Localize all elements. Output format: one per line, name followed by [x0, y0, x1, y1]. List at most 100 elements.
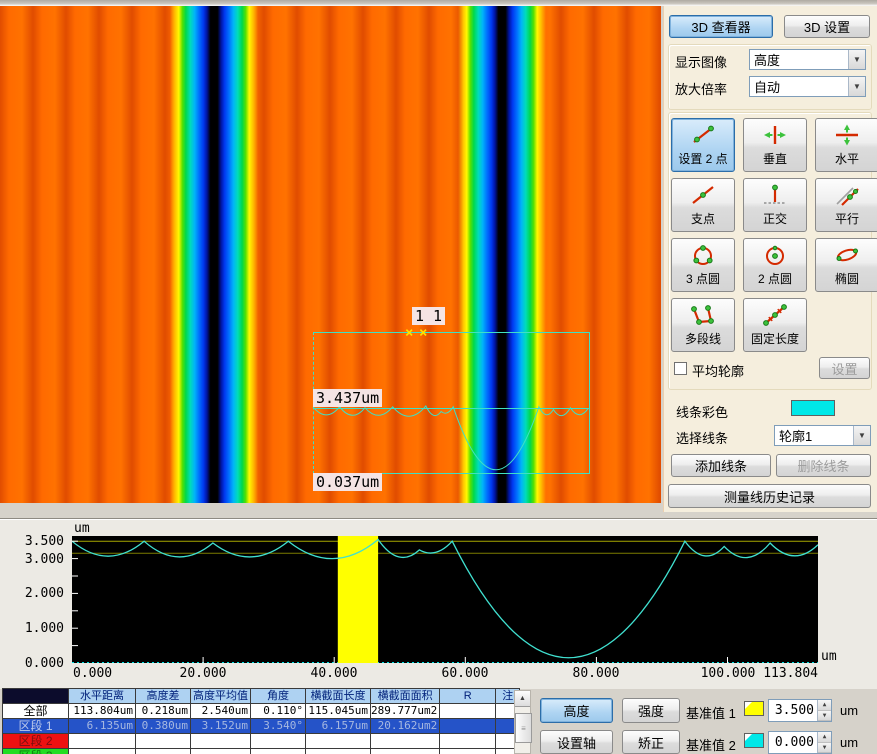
row-label[interactable]: 全部: [3, 704, 69, 719]
profile-plot[interactable]: [72, 536, 818, 663]
table-cell[interactable]: [440, 749, 496, 754]
table-cell[interactable]: 6.157um: [306, 719, 371, 734]
y-tick-label: 1.000: [20, 621, 64, 636]
height-map-view[interactable]: × × 1 1 3.437um 0.037um: [0, 6, 661, 503]
table-row[interactable]: 全部113.804um0.218um2.540um0.110°115.045um…: [3, 704, 520, 719]
measure-marker-label: 1 1: [412, 307, 445, 325]
select-line-select[interactable]: 轮廓1 ▼: [774, 425, 871, 446]
tool-button-parallel[interactable]: 平行: [815, 178, 877, 232]
measure-point-marker-icon[interactable]: ×: [419, 326, 427, 340]
table-cell[interactable]: 289.777um2: [371, 704, 440, 719]
measure-upper-level-line[interactable]: [313, 408, 589, 409]
height-mode-button[interactable]: 高度: [540, 698, 613, 723]
tool-button-ellipse[interactable]: 椭圆: [815, 238, 877, 292]
table-cell[interactable]: 2.540um: [191, 704, 251, 719]
table-cell[interactable]: 3.540°: [251, 719, 306, 734]
measure-history-button[interactable]: 测量线历史记录: [668, 484, 871, 508]
table-cell[interactable]: [371, 734, 440, 749]
x-tick-label: 0.000: [73, 666, 131, 681]
line-color-label: 线条彩色: [676, 402, 728, 421]
table-cell[interactable]: 20.162um2: [371, 719, 440, 734]
table-row[interactable]: 区段 2: [3, 734, 520, 749]
datum1-spinbox[interactable]: 3.500 ▲ ▼: [768, 699, 832, 722]
pivot-icon: [687, 183, 719, 210]
spinner-up-icon[interactable]: ▲: [818, 732, 831, 743]
tool-button-horizontal[interactable]: 水平: [815, 118, 877, 172]
datum2-spinbox[interactable]: 0.000 ▲ ▼: [768, 731, 832, 754]
y-tick-label: 3.500: [20, 534, 64, 549]
correction-button[interactable]: 矫正: [622, 730, 680, 754]
tab-3d-viewer[interactable]: 3D 查看器: [669, 15, 773, 38]
tool-button-pivot[interactable]: 支点: [671, 178, 735, 232]
tool-label: 正交: [763, 212, 787, 226]
x-tick-label: 80.000: [567, 666, 625, 681]
average-profile-settings-button[interactable]: 设置: [819, 357, 870, 379]
tool-button-two-point-line[interactable]: 设置 2 点: [671, 118, 735, 172]
chevron-down-icon[interactable]: ▼: [853, 426, 870, 445]
table-cell[interactable]: [251, 749, 306, 754]
table-cell[interactable]: [440, 704, 496, 719]
table-cell[interactable]: [371, 749, 440, 754]
intensity-mode-button[interactable]: 强度: [622, 698, 680, 723]
profile-curve: [72, 540, 818, 658]
magnification-select[interactable]: 自动 ▼: [749, 76, 866, 97]
table-cell[interactable]: [251, 734, 306, 749]
spinner-down-icon[interactable]: ▼: [818, 711, 831, 722]
tool-button-vertical[interactable]: 垂直: [743, 118, 807, 172]
table-header: 角度: [251, 689, 306, 704]
datum1-value: 3.500: [769, 703, 817, 718]
chevron-down-icon[interactable]: ▼: [848, 77, 865, 96]
measure-point-marker-icon[interactable]: ×: [405, 326, 413, 340]
average-profile-checkbox[interactable]: [674, 362, 687, 375]
table-cell[interactable]: 0.218um: [136, 704, 191, 719]
table-cell[interactable]: 3.152um: [191, 719, 251, 734]
selected-segment-band[interactable]: [338, 536, 378, 663]
tool-button-orthogonal[interactable]: 正交: [743, 178, 807, 232]
table-cell[interactable]: [440, 719, 496, 734]
datum2-color-swatch[interactable]: [744, 733, 764, 748]
table-scrollbar[interactable]: ▲ ≡: [514, 690, 531, 754]
table-cell[interactable]: [440, 734, 496, 749]
two-point-line-icon: [687, 123, 719, 150]
display-image-select[interactable]: 高度 ▼: [749, 49, 866, 70]
table-cell[interactable]: 6.135um: [69, 719, 136, 734]
table-cell[interactable]: [306, 749, 371, 754]
table-cell[interactable]: [69, 734, 136, 749]
tool-button-circle-2pt[interactable]: 2 点圆: [743, 238, 807, 292]
table-cell[interactable]: [191, 734, 251, 749]
table-cell[interactable]: 115.045um: [306, 704, 371, 719]
chevron-down-icon[interactable]: ▼: [848, 50, 865, 69]
datum1-unit-label: um: [840, 703, 858, 718]
table-cell[interactable]: [69, 749, 136, 754]
tool-button-polyline[interactable]: 多段线: [671, 298, 735, 352]
table-cell[interactable]: 113.804um: [69, 704, 136, 719]
table-cell[interactable]: 0.380um: [136, 719, 191, 734]
tab-3d-settings[interactable]: 3D 设置: [784, 15, 870, 38]
spinner-up-icon[interactable]: ▲: [818, 700, 831, 711]
row-label[interactable]: 区段 2: [3, 734, 69, 749]
y-tick-label: 3.000: [20, 552, 64, 567]
table-cell[interactable]: [136, 734, 191, 749]
table-cell[interactable]: [191, 749, 251, 754]
spinner-down-icon[interactable]: ▼: [818, 743, 831, 754]
set-axis-button[interactable]: 设置轴: [540, 730, 613, 754]
tool-button-circle-3pt[interactable]: 3 点圆: [671, 238, 735, 292]
table-row[interactable]: 区段 16.135um0.380um3.152um3.540°6.157um20…: [3, 719, 520, 734]
tool-label: 椭圆: [835, 272, 859, 286]
scroll-up-icon[interactable]: ▲: [515, 691, 530, 707]
table-row[interactable]: 区段 3: [3, 749, 520, 754]
table-cell[interactable]: [306, 734, 371, 749]
row-label[interactable]: 区段 3: [3, 749, 69, 754]
delete-line-button[interactable]: 删除线条: [776, 454, 871, 477]
table-header: R: [440, 689, 496, 704]
scrollbar-thumb[interactable]: ≡: [515, 713, 532, 743]
datum1-color-swatch[interactable]: [744, 701, 764, 716]
table-cell[interactable]: 0.110°: [251, 704, 306, 719]
table-cell[interactable]: [136, 749, 191, 754]
y-tick-label: 2.000: [20, 586, 64, 601]
line-color-swatch[interactable]: [791, 400, 835, 416]
row-label[interactable]: 区段 1: [3, 719, 69, 734]
tool-button-fixed-length[interactable]: 固定长度: [743, 298, 807, 352]
add-line-button[interactable]: 添加线条: [671, 454, 771, 477]
tool-label: 平行: [835, 212, 859, 226]
